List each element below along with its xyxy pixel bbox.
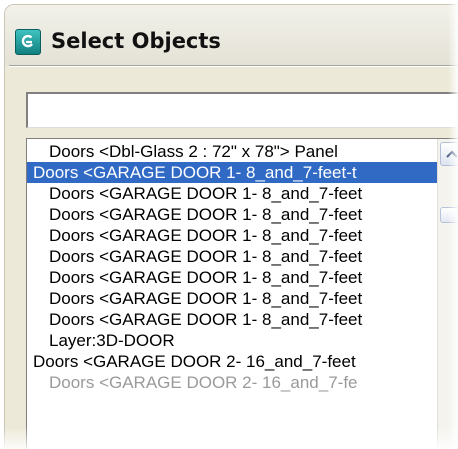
list-item[interactable]: Doors <GARAGE DOOR 2- 16_and_7-fe xyxy=(27,372,458,393)
window-title: Select Objects xyxy=(51,29,221,53)
title-divider xyxy=(9,65,458,67)
list-item[interactable]: Doors <GARAGE DOOR 1- 8_and_7-feet-t xyxy=(27,162,443,183)
list-item[interactable]: Doors <GARAGE DOOR 1- 8_and_7-feet xyxy=(27,309,458,330)
list-item[interactable]: Doors <Dbl-Glass 2 : 72" x 78"> Panel xyxy=(27,141,458,162)
list-item[interactable]: Doors <GARAGE DOOR 1- 8_and_7-feet xyxy=(27,183,458,204)
list-item[interactable]: Doors <GARAGE DOOR 1- 8_and_7-feet xyxy=(27,225,458,246)
list-item[interactable]: Doors <GARAGE DOOR 1- 8_and_7-feet xyxy=(27,204,458,225)
object-list[interactable]: Doors <Dbl-Glass 2 : 72" x 78"> Panel Doo… xyxy=(26,138,458,449)
list-item[interactable]: Doors <GARAGE DOOR 1- 8_and_7-feet xyxy=(27,267,458,288)
name-filter-input[interactable] xyxy=(26,92,458,128)
list-item[interactable]: Layer:3D-DOOR xyxy=(27,330,458,351)
list-item[interactable]: Doors <GARAGE DOOR 1- 8_and_7-feet xyxy=(27,288,458,309)
3ds-max-logo-icon xyxy=(15,29,41,55)
chevron-up-icon xyxy=(446,150,458,158)
scroll-up-button[interactable] xyxy=(440,142,458,166)
screenshot-frame: Select Objects Doors <Dbl-Glass 2 : 72" … xyxy=(0,0,458,449)
list-item[interactable]: Doors <GARAGE DOOR 2- 16_and_7-feet xyxy=(27,351,443,372)
vertical-scrollbar[interactable] xyxy=(437,139,458,449)
list-item[interactable]: Doors <GARAGE DOOR 1- 8_and_7-feet xyxy=(27,246,458,267)
scroll-thumb[interactable] xyxy=(440,207,458,223)
title-bar[interactable]: Select Objects xyxy=(5,5,458,65)
